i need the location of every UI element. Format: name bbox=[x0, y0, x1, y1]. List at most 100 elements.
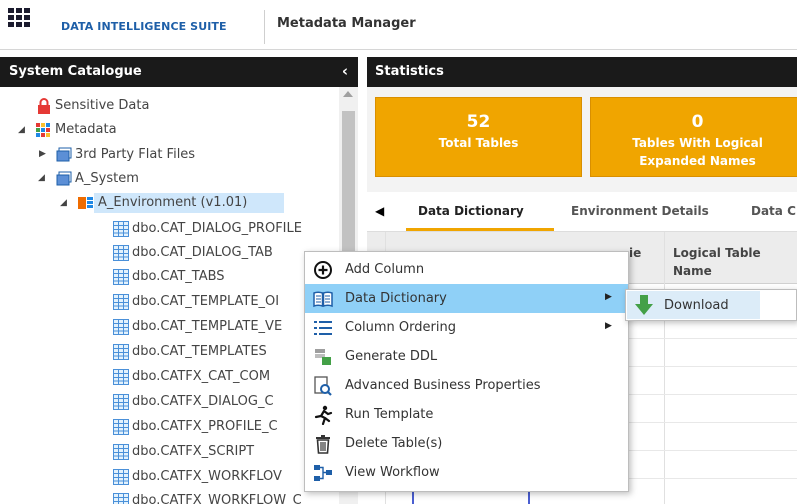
tree-item-label: A_Environment (v1.01) bbox=[98, 195, 248, 210]
plus-circle-icon bbox=[314, 261, 332, 279]
stat-value: 52 bbox=[466, 112, 491, 132]
panel-title: System Catalogue bbox=[9, 64, 142, 79]
grid-cell-editor[interactable] bbox=[412, 490, 530, 504]
menu-item-label: Download bbox=[664, 298, 729, 313]
tree-item-label: dbo.CATFX_SCRIPT bbox=[132, 444, 255, 459]
stat-card-logical-names[interactable]: 0 Tables With Logical Expanded Names bbox=[590, 97, 797, 177]
menu-item-column-ordering[interactable]: Column Ordering ▶ bbox=[305, 313, 628, 342]
tree-item-label: A_System bbox=[75, 171, 139, 186]
context-menu: Add Column Data Dictionary ▶ Column Orde… bbox=[304, 251, 629, 492]
tree-item-label: dbo.CAT_TABS bbox=[132, 269, 225, 284]
grid-divider bbox=[664, 232, 665, 504]
submenu-arrow-icon: ▶ bbox=[605, 292, 612, 302]
tree-item-label: 3rd Party Flat Files bbox=[75, 147, 196, 162]
table-icon bbox=[113, 269, 129, 285]
menu-item-label: Run Template bbox=[345, 407, 434, 422]
menu-item-label: Add Column bbox=[345, 262, 425, 277]
menu-item-run-template[interactable]: Run Template bbox=[305, 400, 628, 429]
menu-item-label: Generate DDL bbox=[345, 349, 438, 364]
environment-icon bbox=[78, 197, 93, 209]
run-icon bbox=[314, 405, 333, 425]
menu-item-generate-ddl[interactable]: Generate DDL bbox=[305, 342, 628, 371]
scroll-up-icon[interactable] bbox=[343, 91, 353, 97]
column-header-logical-table-name[interactable]: Logical Table Name bbox=[673, 244, 761, 280]
menu-item-view-workflow[interactable]: View Workflow bbox=[305, 458, 628, 487]
tab-bar: ◀ Data Dictionary Environment Details Da… bbox=[367, 192, 797, 232]
tree-item-label: dbo.CAT_TEMPLATE_OI bbox=[132, 294, 280, 309]
menu-item-label: Delete Table(s) bbox=[345, 436, 443, 451]
expand-toggle-icon[interactable]: ◢ bbox=[60, 198, 67, 208]
tree-item-label: dbo.CATFX_WORKFLOW_C bbox=[132, 493, 302, 504]
app-launcher-icon[interactable] bbox=[8, 8, 30, 27]
column-header-type[interactable]: ie bbox=[629, 244, 641, 262]
tree-item-label: dbo.CATFX_WORKFLOV bbox=[132, 469, 282, 484]
trash-icon bbox=[316, 435, 330, 454]
module-title: Metadata Manager bbox=[277, 16, 416, 31]
data-dictionary-submenu: Download bbox=[625, 289, 797, 321]
top-bar: DATA INTELLIGENCE SUITE Metadata Manager bbox=[0, 0, 797, 50]
menu-item-advanced-business-properties[interactable]: Advanced Business Properties bbox=[305, 371, 628, 400]
system-catalogue-header: System Catalogue ‹ bbox=[0, 57, 358, 87]
tree-item-label: dbo.CATFX_PROFILE_C bbox=[132, 419, 278, 434]
list-icon bbox=[314, 321, 332, 335]
column-header-line2: Name bbox=[673, 264, 712, 278]
table-icon bbox=[113, 493, 129, 504]
statistics-cards: 52 Total Tables 0 Tables With Logical Ex… bbox=[367, 87, 797, 192]
tree-item-label: dbo.CAT_DIALOG_PROFILE bbox=[132, 221, 302, 236]
tree-item-label: dbo.CAT_TEMPLATES bbox=[132, 344, 267, 359]
tree-item-label: dbo.CAT_DIALOG_TAB bbox=[132, 245, 273, 260]
menu-item-add-column[interactable]: Add Column bbox=[305, 255, 628, 284]
table-icon bbox=[113, 444, 129, 460]
tree-item-label: Sensitive Data bbox=[55, 98, 150, 113]
menu-item-label: View Workflow bbox=[345, 465, 440, 480]
table-icon bbox=[113, 294, 129, 310]
stat-label-line2: Expanded Names bbox=[639, 154, 756, 168]
properties-icon bbox=[314, 376, 332, 396]
collapsed-toggle-icon[interactable]: ▶ bbox=[39, 149, 46, 159]
stat-value: 0 bbox=[691, 112, 704, 132]
table-icon bbox=[113, 344, 129, 360]
metadata-icon bbox=[36, 123, 50, 137]
menu-item-delete-tables[interactable]: Delete Table(s) bbox=[305, 429, 628, 458]
brand-name: DATA INTELLIGENCE SUITE bbox=[61, 20, 227, 33]
menu-item-download[interactable]: Download bbox=[627, 291, 760, 319]
table-icon bbox=[113, 221, 129, 237]
system-icon bbox=[56, 171, 72, 186]
tree-item-label: dbo.CATFX_CAT_COM bbox=[132, 369, 271, 384]
table-icon bbox=[113, 369, 129, 385]
tab-data-c[interactable]: Data C bbox=[751, 204, 796, 218]
workflow-icon bbox=[314, 465, 332, 481]
menu-item-data-dictionary[interactable]: Data Dictionary ▶ bbox=[305, 284, 628, 313]
table-icon bbox=[113, 319, 129, 335]
book-icon bbox=[313, 291, 333, 308]
stat-label: Tables With Logical Expanded Names bbox=[591, 134, 797, 170]
ddl-icon bbox=[315, 349, 331, 365]
table-icon bbox=[113, 245, 129, 261]
tree-item-label: Metadata bbox=[55, 122, 117, 137]
tab-data-dictionary[interactable]: Data Dictionary bbox=[418, 204, 524, 218]
tab-environment-details[interactable]: Environment Details bbox=[571, 204, 709, 218]
stat-card-total-tables[interactable]: 52 Total Tables bbox=[375, 97, 582, 177]
expand-toggle-icon[interactable]: ◢ bbox=[38, 173, 45, 183]
tab-scroll-left-icon[interactable]: ◀ bbox=[375, 204, 384, 218]
collapse-panel-icon[interactable]: ‹ bbox=[342, 62, 348, 80]
menu-item-label: Column Ordering bbox=[345, 320, 456, 335]
menu-item-label: Data Dictionary bbox=[345, 291, 447, 306]
system-icon bbox=[56, 147, 72, 162]
expand-toggle-icon[interactable]: ◢ bbox=[18, 125, 25, 135]
header-divider bbox=[264, 10, 265, 44]
catalogue-tree: Sensitive Data ◢ Metadata ▶ 3rd Party Fl… bbox=[0, 87, 337, 504]
stat-label-line1: Tables With Logical bbox=[632, 136, 763, 150]
column-header-line1: Logical Table bbox=[673, 246, 761, 260]
active-tab-indicator bbox=[406, 228, 554, 231]
tree-item-label: dbo.CAT_TEMPLATE_VE bbox=[132, 319, 283, 334]
statistics-header: Statistics bbox=[367, 57, 797, 87]
tree-item-label: dbo.CATFX_DIALOG_C bbox=[132, 394, 274, 409]
panel-title: Statistics bbox=[375, 64, 444, 79]
table-icon bbox=[113, 419, 129, 435]
lock-icon bbox=[38, 98, 50, 114]
download-arrow-icon bbox=[635, 295, 653, 315]
stat-label: Total Tables bbox=[438, 136, 519, 150]
table-icon bbox=[113, 469, 129, 485]
menu-item-label: Advanced Business Properties bbox=[345, 378, 541, 393]
